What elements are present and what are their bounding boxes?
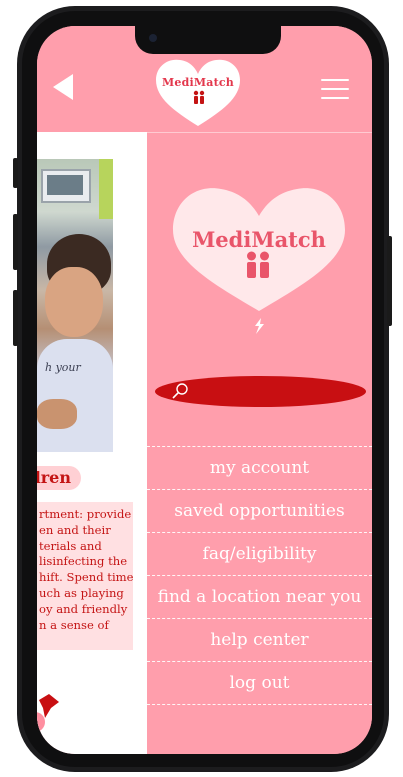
menu-item-find-location[interactable]: find a location near you (147, 575, 372, 618)
menu-item-faq-eligibility[interactable]: faq/eligibility (147, 532, 372, 575)
description-line: hift. Spend time (39, 570, 133, 585)
side-menu: MediMatch my account saved opportunities… (147, 132, 372, 754)
opportunity-photo: h your (37, 159, 113, 452)
header-logo[interactable]: MediMatch (154, 56, 246, 148)
hamburger-line (321, 79, 349, 81)
menu-list: my account saved opportunities faq/eligi… (147, 446, 372, 705)
description-line: uch as playing (39, 585, 124, 600)
menu-item-saved-opportunities[interactable]: saved opportunities (147, 489, 372, 532)
hamburger-icon[interactable] (321, 79, 349, 101)
photo-shirt-text: h your (45, 361, 81, 374)
search-input[interactable] (155, 376, 366, 407)
hamburger-line (321, 97, 349, 99)
pushpin-icon[interactable] (37, 694, 59, 718)
power-button (387, 236, 392, 326)
menu-item-log-out[interactable]: log out (147, 661, 372, 704)
description-line: en and their (39, 522, 111, 537)
volume-down-button (13, 290, 18, 346)
photo-monitor (41, 169, 91, 203)
description-line: n a sense of (39, 617, 109, 632)
description-line: lisinfecting the (39, 554, 128, 569)
opportunity-description: rtment: provide en and their terials and… (37, 502, 133, 650)
menu-item-help-center[interactable]: help center (147, 618, 372, 661)
photo-child-hands (37, 399, 77, 429)
description-line: rtment: provide (39, 507, 132, 521)
menu-logo-text: MediMatch (192, 227, 326, 252)
photo-wall (99, 159, 113, 219)
description-line: terials and (39, 538, 102, 553)
menu-item-my-account[interactable]: my account (147, 446, 372, 489)
header-logo-text: MediMatch (162, 76, 234, 89)
heart-logo-icon (156, 59, 240, 126)
opportunity-content: h your dren rtment: provide en and their… (37, 132, 147, 754)
volume-up-button (13, 214, 18, 270)
camera-icon (149, 34, 157, 42)
mute-switch (13, 158, 18, 188)
category-tag[interactable]: dren (37, 466, 81, 490)
hamburger-line (321, 88, 349, 90)
back-triangle-icon[interactable] (53, 74, 73, 100)
notch (135, 26, 281, 54)
app-screen: MediMatch h your dren rtment: provide en (37, 26, 372, 754)
search-icon (172, 383, 188, 399)
photo-child-shirt: h your (37, 339, 113, 452)
photo-child-face (45, 267, 103, 337)
menu-logo: MediMatch (171, 186, 347, 336)
description-line: oy and friendly (39, 601, 128, 616)
menu-top-divider (147, 132, 372, 133)
heart-logo-icon (173, 188, 345, 334)
